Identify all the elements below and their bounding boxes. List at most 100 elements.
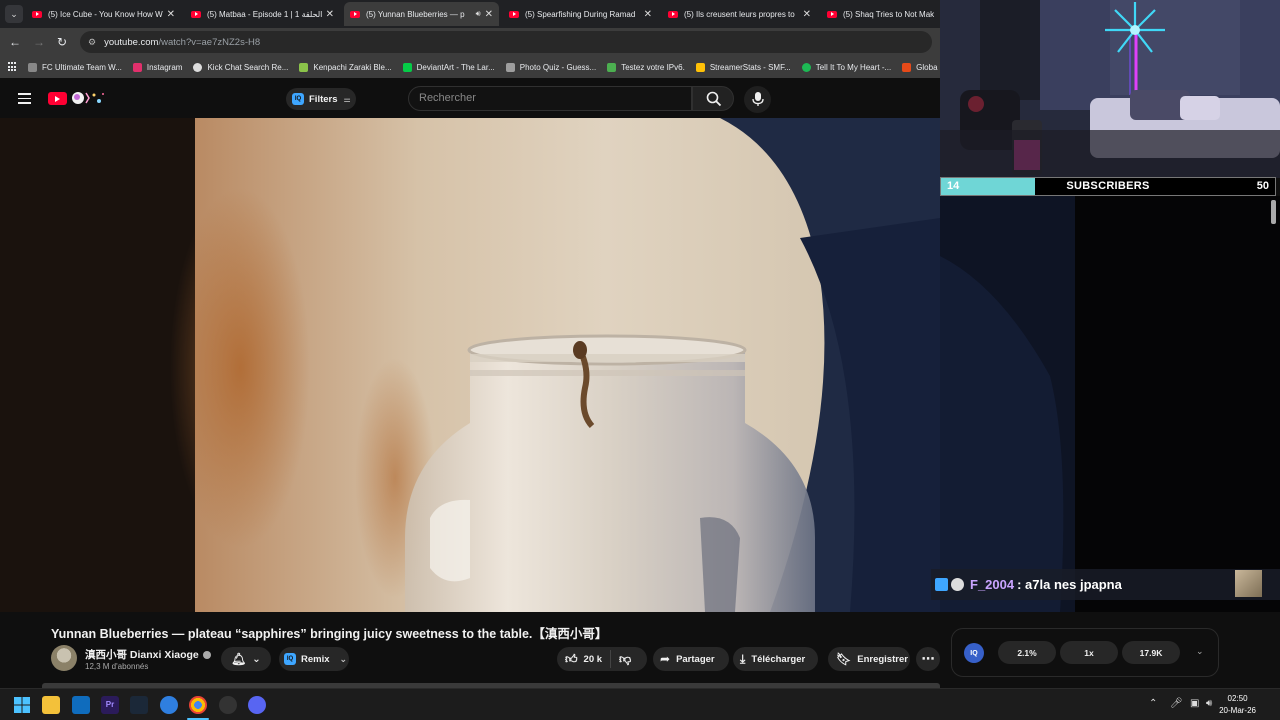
iq-stat-count[interactable]: 17.9K: [1122, 641, 1180, 664]
bookmark-item[interactable]: DeviantArt - The Lar...: [402, 62, 495, 72]
bookmark-item[interactable]: Kenpachi Zaraki Ble...: [299, 62, 392, 72]
video-player[interactable]: [0, 118, 940, 612]
menu-icon[interactable]: [18, 93, 31, 104]
thumbs-up-icon[interactable]: 👍︎: [565, 652, 578, 667]
outlook-icon[interactable]: [72, 696, 90, 714]
download-button[interactable]: ⤓ Télécharger: [733, 647, 818, 671]
bookmark-item[interactable]: Tell It To My Heart -...: [801, 62, 892, 72]
site-info-icon[interactable]: ⚙: [88, 37, 96, 48]
tab-search-icon[interactable]: ⌄: [5, 5, 23, 23]
filters-button[interactable]: IQ Filters ⚌: [286, 88, 356, 110]
checkmark-icon: [607, 62, 617, 72]
divider: [610, 650, 612, 668]
bookmark-item[interactable]: Testez votre IPv6.: [607, 62, 685, 72]
subscriber-count: 12,3 M d'abonnés: [85, 662, 149, 671]
premiere-pro-icon[interactable]: Pr: [101, 696, 119, 714]
share-button[interactable]: ➦ Partager: [653, 647, 729, 671]
bookmark-item[interactable]: Kick Chat Search Re...: [193, 62, 288, 72]
close-tab-icon[interactable]: ✕: [326, 9, 334, 20]
iq-stat-multiplier[interactable]: 1x: [1060, 641, 1118, 664]
browser-tab[interactable]: (5) Shaq Tries to Not Make a: [821, 2, 940, 26]
like-count[interactable]: 20 k: [584, 654, 603, 665]
browser-tab[interactable]: (5) Ils creusent leurs propres to ✕: [662, 2, 817, 26]
bookmark-item[interactable]: Photo Quiz - Guess...: [505, 62, 596, 72]
subscriber-goal-bar: SUBSCRIBERS 14 50: [940, 177, 1276, 196]
chevron-down-icon[interactable]: ⌄: [1196, 646, 1204, 657]
browser-tab[interactable]: (5) Spearfishing During Ramad ✕: [503, 2, 658, 26]
bookmark-item[interactable]: Globa: [902, 62, 938, 72]
url-domain: youtube.com: [104, 36, 159, 48]
notifications-button[interactable]: 🔔︎ ⌄: [221, 647, 271, 671]
chevron-up-icon[interactable]: ⌃: [1149, 698, 1157, 709]
spotify-icon: [801, 62, 811, 72]
bookmark-label: FC Ultimate Team W...: [42, 62, 122, 72]
microphone-tray-icon[interactable]: 🎤︎: [1170, 698, 1183, 709]
channel-name[interactable]: 滇西小哥 Dianxi Xiaoge: [85, 647, 199, 662]
steam-icon[interactable]: [130, 696, 148, 714]
clock-date: 20-Mar-26: [1219, 706, 1256, 715]
close-tab-icon[interactable]: ✕: [485, 9, 493, 20]
system-clock[interactable]: 02:50 20-Mar-26: [1219, 693, 1256, 717]
more-actions-icon[interactable]: ⋯: [916, 647, 940, 671]
chat-text: : a7la nes jpapna: [1017, 577, 1122, 592]
bookmark-item[interactable]: Instagram: [132, 62, 182, 72]
bookmark-label: Tell It To My Heart -...: [815, 62, 892, 72]
bookmarks-bar: FC Ultimate Team W... Instagram Kick Cha…: [0, 56, 940, 78]
chevron-down-icon: ⌄: [252, 653, 261, 665]
bookmark-icon: 🔖︎: [836, 652, 852, 666]
chevron-down-icon: ⌄: [339, 653, 348, 664]
bookmark-favicon-icon: [28, 62, 37, 72]
filters-label: Filters: [309, 93, 338, 105]
speaker-icon[interactable]: 🔊︎: [476, 9, 481, 19]
bookmark-label: DeviantArt - The Lar...: [416, 62, 495, 72]
search-icon: [706, 91, 722, 107]
apps-grid-icon[interactable]: [8, 62, 16, 72]
search-input[interactable]: Rechercher: [408, 86, 692, 111]
browser-tab[interactable]: (5) Matbaa - Episode 1 | 1 الحلقة ✕: [185, 2, 340, 26]
webcam-shadow-scene: [940, 196, 1280, 612]
share-arrow-icon: ➦: [660, 652, 671, 666]
back-arrow-icon[interactable]: ←: [7, 34, 23, 50]
chrome-icon[interactable]: [189, 696, 207, 714]
reload-icon[interactable]: ↻: [54, 34, 70, 50]
browser-tab[interactable]: (5) Ice Cube - You Know How W ✕: [26, 2, 181, 26]
volume-icon[interactable]: 🔊︎: [1206, 698, 1212, 709]
youtube-logo-icon[interactable]: [48, 92, 67, 105]
webcam-feed: [940, 0, 1280, 178]
browser-tab-strip: ⌄ (5) Ice Cube - You Know How W ✕ (5) Ma…: [0, 0, 940, 28]
iq-logo-icon[interactable]: IQ: [964, 643, 984, 663]
bookmark-item[interactable]: FC Ultimate Team W...: [28, 62, 122, 72]
close-tab-icon[interactable]: ✕: [167, 9, 175, 20]
clock-app-icon[interactable]: [219, 696, 237, 714]
browser-tab-active[interactable]: (5) Yunnan Blueberries — p 🔊︎ ✕: [344, 2, 499, 26]
thumbs-down-icon[interactable]: 👎︎: [619, 652, 631, 667]
scrollbar-thumb[interactable]: [1271, 200, 1276, 224]
subscriber-badge-icon: [935, 578, 948, 591]
youtube-doodle-icon[interactable]: [70, 89, 106, 107]
file-explorer-icon[interactable]: [42, 696, 60, 714]
tab-title: (5) Ice Cube - You Know How W: [48, 9, 163, 19]
address-bar[interactable]: ⚙ youtube.com/watch?v=ae7zNZ2s-H8: [80, 31, 932, 53]
windows-start-icon[interactable]: [13, 696, 31, 714]
browser-toolbar: ← → ↻ ⚙ youtube.com/watch?v=ae7zNZ2s-H8: [0, 28, 940, 56]
close-tab-icon[interactable]: ✕: [803, 9, 811, 20]
forward-arrow-icon[interactable]: →: [31, 34, 47, 50]
bookmark-item[interactable]: StreamerStats - SMF...: [695, 62, 791, 72]
app-store-icon[interactable]: [160, 696, 178, 714]
chat-username: F_2004: [970, 577, 1015, 592]
instagram-icon: [132, 62, 142, 72]
channel-avatar[interactable]: [51, 645, 77, 671]
save-label: Enregistrer: [857, 653, 908, 665]
close-tab-icon[interactable]: ✕: [644, 9, 652, 20]
save-button[interactable]: 🔖︎ Enregistrer: [828, 647, 910, 671]
network-icon[interactable]: ▣: [1190, 698, 1199, 709]
channel-name-row[interactable]: 滇西小哥 Dianxi Xiaoge: [85, 647, 211, 662]
discord-icon[interactable]: [248, 696, 266, 714]
search-button[interactable]: [692, 86, 734, 111]
remix-button[interactable]: IQ Remix ⌄: [279, 647, 349, 671]
iq-stat-engagement[interactable]: 2.1%: [998, 641, 1056, 664]
bar-chart-icon: [695, 62, 705, 72]
remix-label: Remix: [301, 653, 330, 665]
deviantart-icon: [402, 62, 412, 72]
voice-search-button[interactable]: [744, 86, 771, 113]
